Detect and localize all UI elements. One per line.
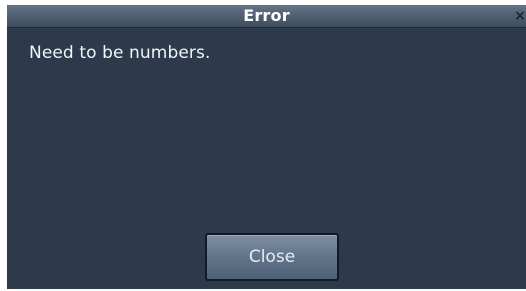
dialog-title: Error <box>243 6 290 25</box>
error-message: Need to be numbers. <box>29 43 211 63</box>
title-bar: Error × <box>7 5 526 28</box>
close-icon[interactable]: × <box>514 5 526 27</box>
close-button[interactable]: Close <box>205 233 339 281</box>
error-dialog: Error × Need to be numbers. Close <box>7 5 526 289</box>
